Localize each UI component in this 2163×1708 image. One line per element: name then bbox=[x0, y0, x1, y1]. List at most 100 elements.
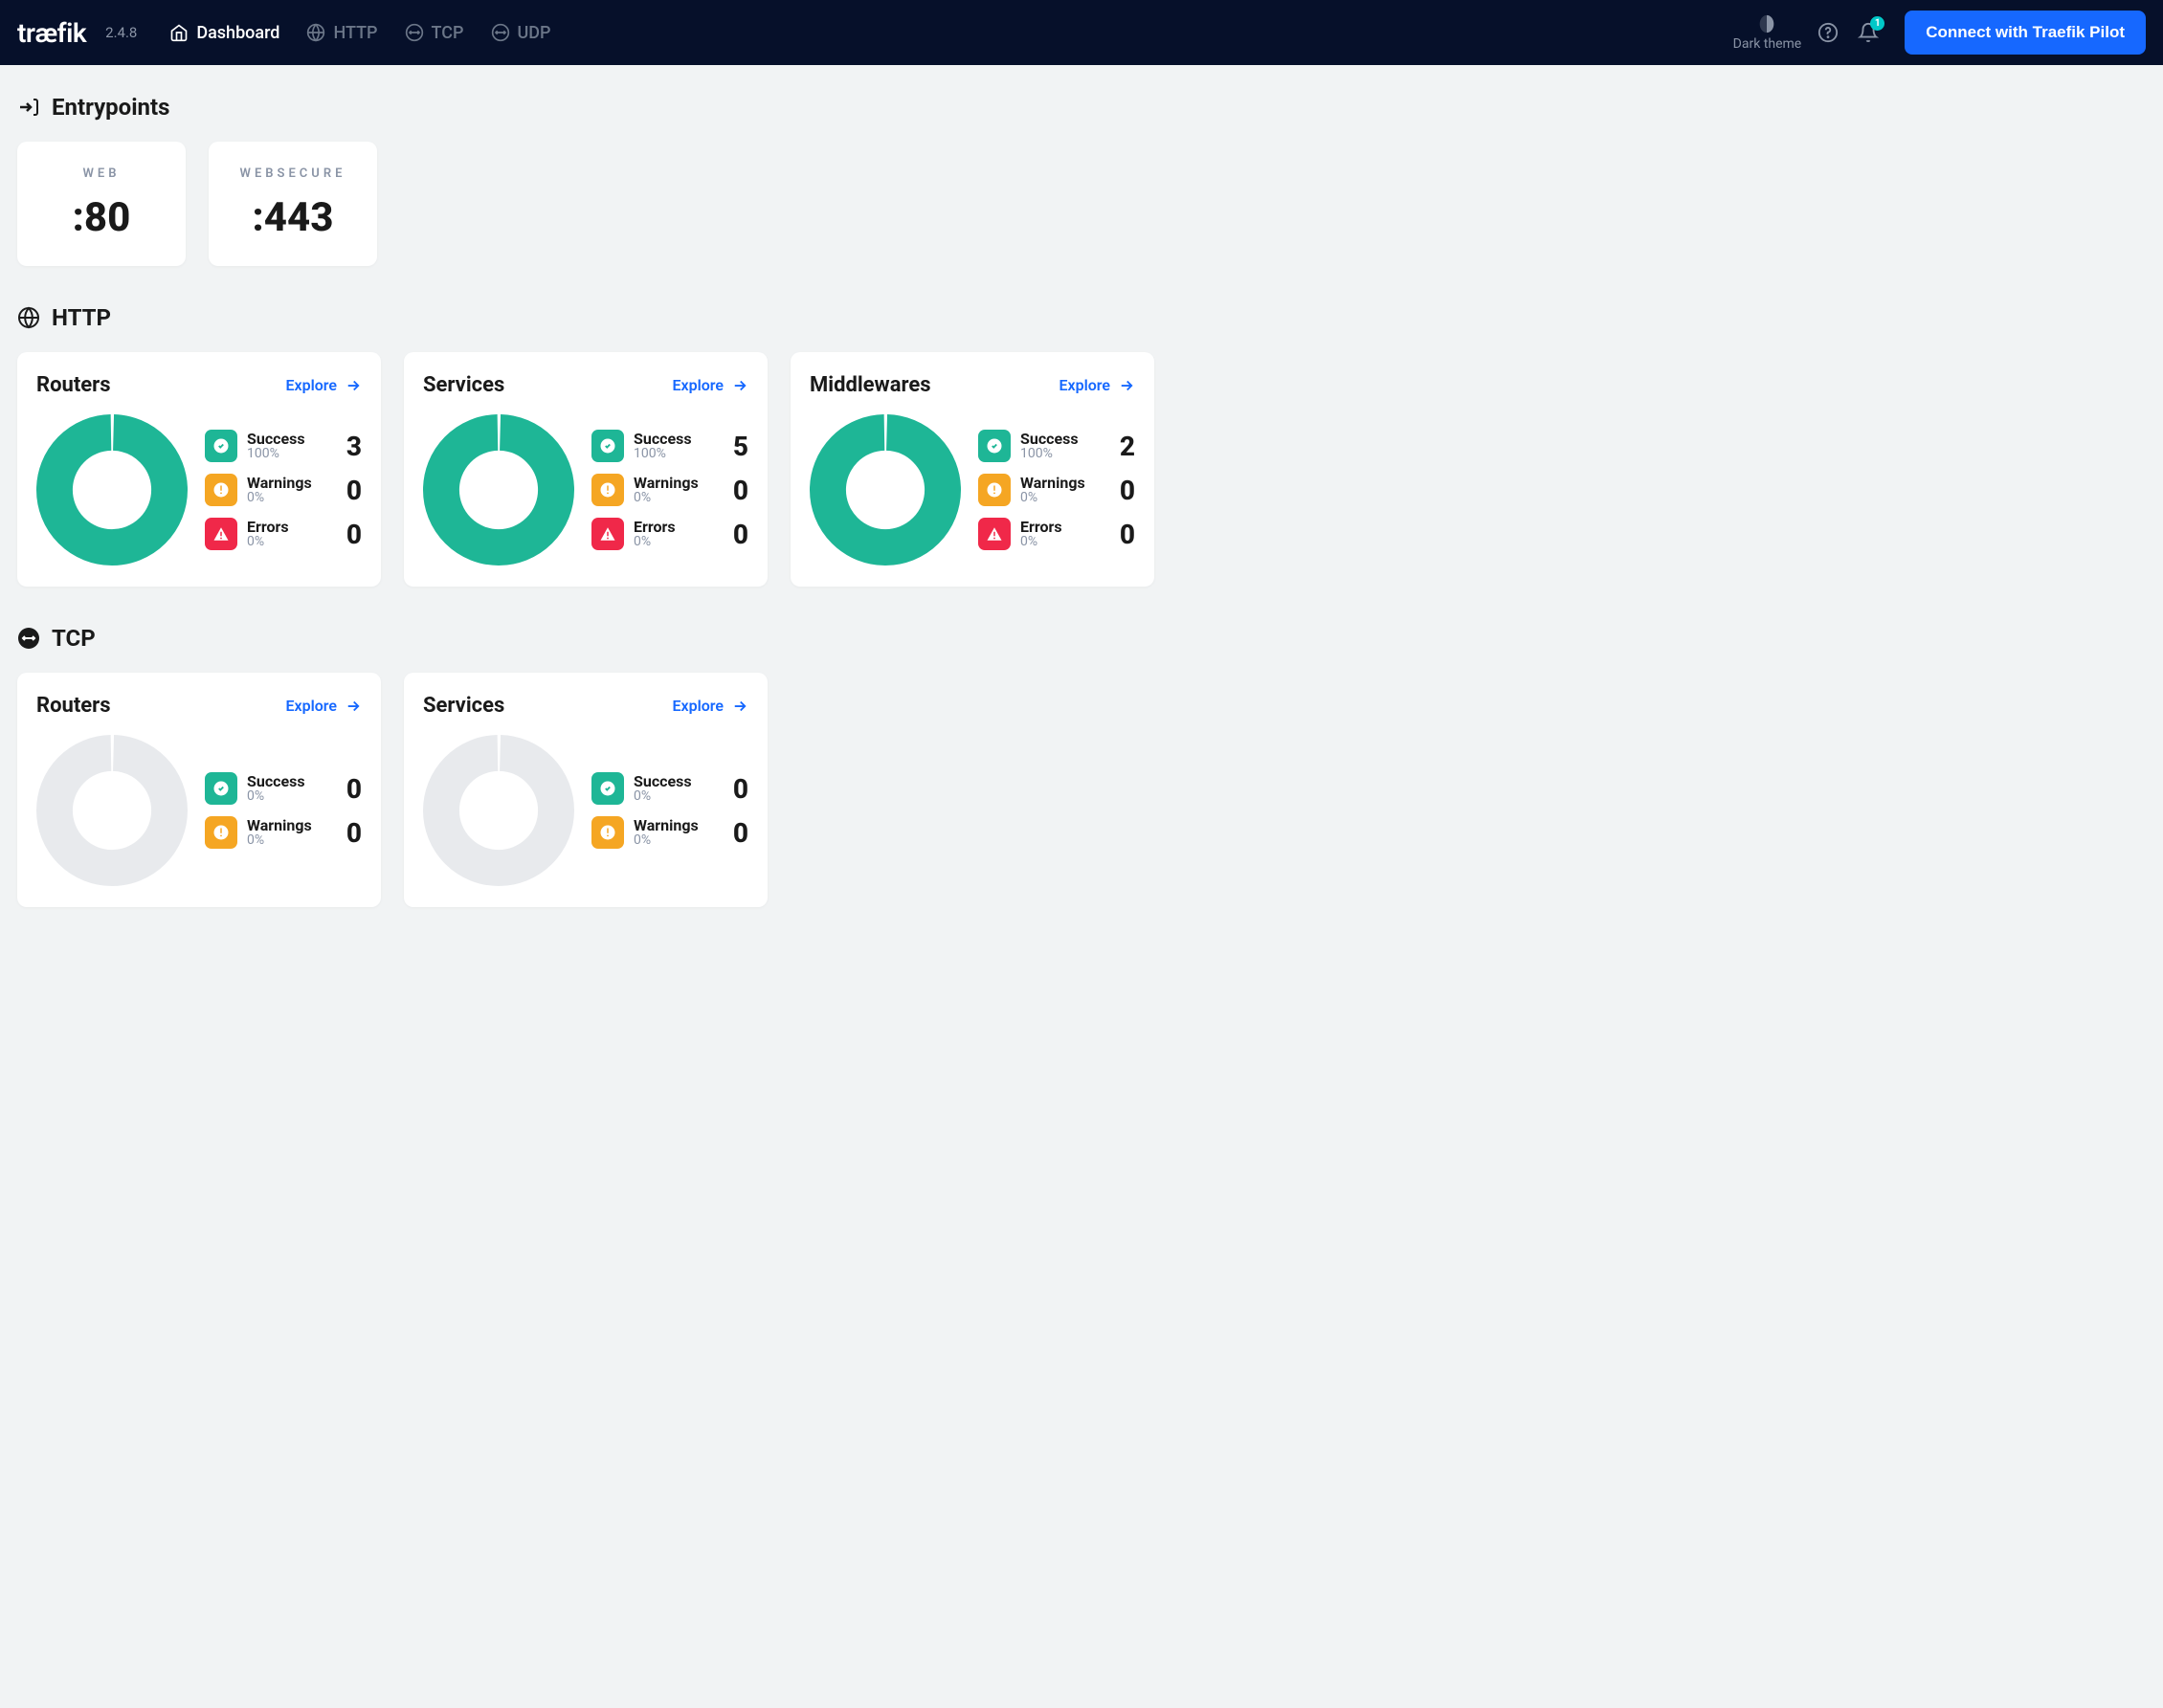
content: Entrypoints WEB :80 WEBSECURE :443 HTTP … bbox=[0, 65, 2163, 974]
card-title: Services bbox=[423, 694, 504, 718]
entrypoint-card-web[interactable]: WEB :80 bbox=[17, 142, 186, 266]
help-button[interactable] bbox=[1815, 19, 1841, 46]
metric-warnings: Warnings0% 0 bbox=[591, 474, 748, 506]
section-header: TCP bbox=[17, 625, 2146, 652]
logo-text: træfik bbox=[17, 17, 86, 49]
nav-tab-udp[interactable]: UDP bbox=[491, 23, 551, 43]
warning-icon bbox=[591, 474, 624, 506]
arrow-right-icon bbox=[1118, 377, 1135, 394]
section-title: TCP bbox=[52, 625, 96, 652]
arrow-right-icon bbox=[345, 377, 362, 394]
explore-label: Explore bbox=[672, 697, 724, 715]
metric-count: 0 bbox=[1120, 519, 1135, 550]
card-title: Services bbox=[423, 373, 504, 397]
nav-tab-label: Dashboard bbox=[196, 23, 279, 43]
nav-tab-label: UDP bbox=[518, 23, 551, 43]
metric-warnings: Warnings0% 0 bbox=[205, 816, 362, 849]
explore-link[interactable]: Explore bbox=[672, 697, 748, 715]
swap-icon bbox=[491, 23, 510, 42]
login-icon bbox=[17, 96, 40, 119]
metric-count: 0 bbox=[733, 475, 748, 506]
entrypoint-name: WEBSECURE bbox=[240, 166, 346, 181]
metric-errors: Errors0% 0 bbox=[591, 518, 748, 550]
metric-success: Success100% 5 bbox=[591, 430, 748, 462]
metric-warnings: Warnings0% 0 bbox=[978, 474, 1135, 506]
home-icon bbox=[169, 23, 189, 42]
section-entrypoints: Entrypoints WEB :80 WEBSECURE :443 bbox=[17, 94, 2146, 266]
card-title: Routers bbox=[36, 373, 111, 397]
metric-count: 0 bbox=[346, 773, 362, 805]
notifications-button[interactable]: 1 bbox=[1855, 19, 1882, 46]
check-circle-icon bbox=[591, 430, 624, 462]
donut-chart bbox=[423, 414, 574, 566]
warning-icon bbox=[205, 816, 237, 849]
section-title: HTTP bbox=[52, 304, 111, 331]
card-title: Middlewares bbox=[810, 373, 931, 397]
entrypoint-card-websecure[interactable]: WEBSECURE :443 bbox=[209, 142, 377, 266]
http-middlewares-card: Middlewares Explore Success100% 2 bbox=[791, 352, 1154, 587]
explore-label: Explore bbox=[1059, 376, 1110, 394]
metric-count: 0 bbox=[346, 475, 362, 506]
explore-label: Explore bbox=[285, 697, 337, 715]
arrow-right-icon bbox=[731, 377, 748, 394]
metric-count: 2 bbox=[1120, 431, 1135, 462]
explore-link[interactable]: Explore bbox=[672, 376, 748, 394]
nav-tab-label: HTTP bbox=[333, 23, 377, 43]
nav-tab-label: TCP bbox=[432, 23, 464, 43]
globe-icon bbox=[306, 23, 325, 42]
check-circle-icon bbox=[205, 430, 237, 462]
explore-link[interactable]: Explore bbox=[285, 697, 362, 715]
notification-badge: 1 bbox=[1870, 16, 1884, 31]
entrypoint-port: :80 bbox=[73, 194, 131, 241]
tcp-cards-row: Routers Explore Success0% 0 bbox=[17, 673, 2146, 907]
error-icon bbox=[591, 518, 624, 550]
spacer bbox=[791, 673, 1154, 907]
metric-count: 0 bbox=[346, 817, 362, 849]
metric-success: Success100% 2 bbox=[978, 430, 1135, 462]
metric-warnings: Warnings0% 0 bbox=[205, 474, 362, 506]
metric-success: Success0% 0 bbox=[591, 772, 748, 805]
explore-link[interactable]: Explore bbox=[1059, 376, 1135, 394]
theme-label: Dark theme bbox=[1733, 36, 1802, 52]
metric-errors: Errors0% 0 bbox=[978, 518, 1135, 550]
metric-count: 0 bbox=[1120, 475, 1135, 506]
contrast-icon bbox=[1756, 13, 1777, 34]
tcp-services-card: Services Explore Success0% 0 bbox=[404, 673, 768, 907]
nav-tabs: Dashboard HTTP TCP UDP bbox=[169, 23, 550, 43]
section-header: Entrypoints bbox=[17, 94, 2146, 121]
help-icon bbox=[1817, 22, 1839, 43]
metric-count: 0 bbox=[733, 773, 748, 805]
warning-icon bbox=[978, 474, 1011, 506]
nav-tab-http[interactable]: HTTP bbox=[306, 23, 377, 43]
explore-link[interactable]: Explore bbox=[285, 376, 362, 394]
entrypoints-row: WEB :80 WEBSECURE :443 bbox=[17, 142, 2146, 266]
version-label: 2.4.8 bbox=[105, 24, 137, 41]
connect-pilot-button[interactable]: Connect with Traefik Pilot bbox=[1905, 11, 2146, 55]
section-header: HTTP bbox=[17, 304, 2146, 331]
metric-success: Success100% 3 bbox=[205, 430, 362, 462]
section-tcp: TCP Routers Explore bbox=[17, 625, 2146, 907]
nav-tab-tcp[interactable]: TCP bbox=[405, 23, 464, 43]
logo[interactable]: træfik bbox=[17, 17, 86, 49]
metric-count: 0 bbox=[733, 519, 748, 550]
section-title: Entrypoints bbox=[52, 94, 169, 121]
tcp-routers-card: Routers Explore Success0% 0 bbox=[17, 673, 381, 907]
error-icon bbox=[978, 518, 1011, 550]
globe-icon bbox=[17, 306, 40, 329]
swap-icon bbox=[17, 627, 40, 650]
arrow-right-icon bbox=[731, 698, 748, 715]
explore-label: Explore bbox=[285, 376, 337, 394]
donut-chart bbox=[810, 414, 961, 566]
card-title: Routers bbox=[36, 694, 111, 718]
theme-toggle[interactable]: Dark theme bbox=[1733, 13, 1802, 52]
donut-chart bbox=[423, 735, 574, 886]
donut-chart bbox=[36, 735, 188, 886]
arrow-right-icon bbox=[345, 698, 362, 715]
metric-count: 0 bbox=[346, 519, 362, 550]
metric-count: 3 bbox=[346, 431, 362, 462]
http-services-card: Services Explore Success100% 5 bbox=[404, 352, 768, 587]
nav-tab-dashboard[interactable]: Dashboard bbox=[169, 23, 279, 43]
metric-count: 0 bbox=[733, 817, 748, 849]
error-icon bbox=[205, 518, 237, 550]
check-circle-icon bbox=[591, 772, 624, 805]
